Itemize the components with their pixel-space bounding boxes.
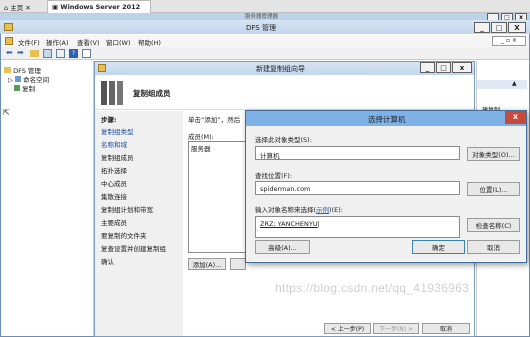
wizard-title: 新建复制组向导 <box>256 65 305 73</box>
members-list[interactable] <box>188 141 248 253</box>
next-button: 下一步(N) > <box>373 323 419 334</box>
ok-button[interactable]: 确定 <box>412 240 465 254</box>
members-label: 成员(M): <box>188 133 214 141</box>
object-names-input[interactable]: ZRZ; YANCHENYU| <box>255 216 460 238</box>
wizard-heading: 复制组成员 <box>133 89 171 98</box>
servers-icon <box>101 81 123 105</box>
dialog-cancel-button[interactable]: 取消 <box>467 240 520 254</box>
dialog-title: 选择计算机 <box>368 115 406 124</box>
step-item: 复查设置并创建复制组 <box>101 245 166 253</box>
dfs-title: DFS 管理 <box>246 24 276 32</box>
object-names-label: 输入对象名称来选择(示例)(E): <box>255 206 343 214</box>
back-arrow-icon[interactable]: ⬅ <box>6 48 13 57</box>
mouse-cursor-icon: ⇱ <box>3 108 10 117</box>
object-type-label: 选择此对象类型(S): <box>255 136 312 144</box>
mmc-icon <box>5 37 13 45</box>
tab-home[interactable]: ⌂ 主页 ✕ <box>4 2 31 12</box>
menu-help[interactable]: 帮助(H) <box>138 37 161 47</box>
advanced-button[interactable]: 高级(A)... <box>255 240 310 254</box>
step-item: 名称和域 <box>101 141 127 149</box>
back-button[interactable]: < 上一步(P) <box>324 323 371 334</box>
location-label: 查找位置(F): <box>255 172 293 180</box>
menu-action[interactable]: 操作(A) <box>46 37 69 47</box>
menu-file[interactable]: 文件(F) <box>18 37 40 47</box>
step-item: 集散连接 <box>101 193 127 201</box>
step-item: 拓扑选择 <box>101 167 127 175</box>
dialog-close-button[interactable]: x <box>505 111 526 124</box>
tree-pane <box>1 61 94 336</box>
add-member-button[interactable]: 添加(A)... <box>188 258 226 270</box>
forward-arrow-icon[interactable]: ➡ <box>17 48 24 57</box>
pane-icon[interactable] <box>82 49 91 58</box>
locations-button[interactable]: 位置(L)... <box>467 182 520 196</box>
wizard-maximize-button[interactable]: □ <box>436 62 451 73</box>
object-types-button[interactable]: 对象类型(O)... <box>467 147 520 161</box>
dfs-node-icon <box>4 67 11 73</box>
console-icon[interactable] <box>43 49 52 58</box>
dfs-app-icon <box>4 23 13 31</box>
folder-icon[interactable] <box>30 50 39 57</box>
dfs-maximize-button[interactable]: □ <box>491 22 507 33</box>
check-names-button[interactable]: 检查名称(C) <box>467 218 520 232</box>
wizard-description: 单击“添加”，然后 <box>188 116 241 124</box>
examples-link[interactable]: 示例 <box>316 206 329 214</box>
step-item: 复制组类型 <box>101 128 134 136</box>
dfs-minimize-button[interactable]: _ <box>474 22 490 33</box>
namespace-icon <box>15 76 22 82</box>
server-manager-title: 服务器管理器 <box>245 14 279 20</box>
dfs-close-button[interactable]: X <box>508 22 526 33</box>
step-item: 复制组计划和带宽 <box>101 206 153 214</box>
step-item: 确认 <box>101 258 114 266</box>
actions-header <box>477 80 527 89</box>
toolbar <box>1 47 529 60</box>
wizard-minimize-button[interactable]: _ <box>420 62 435 73</box>
menu-view[interactable]: 查看(V) <box>77 37 100 47</box>
export-icon[interactable] <box>56 49 65 58</box>
wizard-cancel-button[interactable]: 取消 <box>422 323 470 334</box>
location-field: spiderman.com <box>255 181 460 195</box>
watermark: https://blog.csdn.net/qq_41936963 <box>275 281 470 295</box>
step-item-current: 复制组成员 <box>101 154 134 162</box>
text-cursor: | <box>317 220 320 228</box>
menu-window[interactable]: 窗口(W) <box>106 37 131 47</box>
actions-collapse-icon[interactable]: ▲ <box>512 80 517 87</box>
wizard-close-button[interactable]: x <box>452 62 472 73</box>
object-type-field: 计算机 <box>255 146 460 160</box>
wizard-icon <box>98 64 106 72</box>
steps-header: 步骤: <box>101 116 117 124</box>
replication-icon <box>14 85 20 91</box>
help-icon[interactable]: ? <box>69 49 78 58</box>
expand-icon[interactable]: ▷ <box>8 76 13 84</box>
tree-replication[interactable]: 复制 <box>14 83 35 93</box>
step-item: 要复制的文件夹 <box>101 232 147 240</box>
members-column-header[interactable]: 服务器 <box>191 143 211 153</box>
remove-member-button <box>230 258 246 270</box>
step-item: 主要成员 <box>101 219 127 227</box>
mdi-controls[interactable]: _ ▫ × <box>492 36 526 46</box>
step-item: 中心成员 <box>101 180 127 188</box>
tab-vm[interactable]: ▣ Windows Server 2012 ycy ✕ <box>47 0 151 19</box>
